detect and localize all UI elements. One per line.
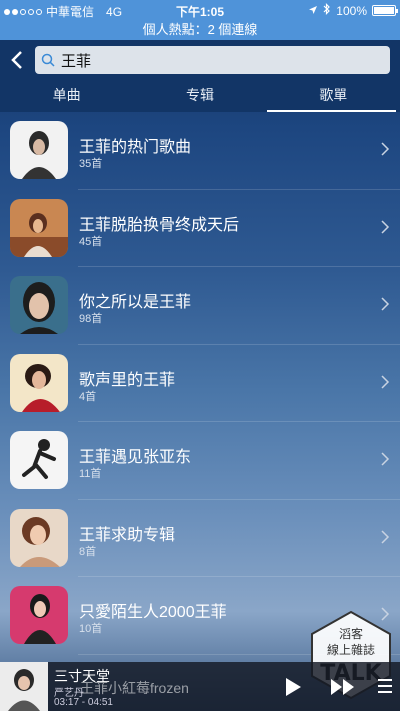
playlist-title: 只愛陌生人2000王菲	[79, 604, 227, 621]
list-item[interactable]: 你之所以是王菲 98首	[0, 267, 400, 345]
chevron-right-icon	[381, 529, 390, 544]
playback-time: 03:17 - 04:51	[54, 697, 113, 708]
playlist-title: 王菲求助专辑	[79, 526, 176, 544]
playlist-count: 98首	[79, 313, 103, 325]
playlist-cover	[10, 121, 68, 179]
next-button[interactable]	[330, 678, 356, 696]
chevron-left-icon	[11, 51, 22, 69]
playlist-count: 8首	[79, 545, 97, 558]
playlist-list: 王菲的热门歌曲 35首 王菲脱胎换骨终成天后 45首 你之所以是王菲 98首 歌…	[0, 112, 400, 655]
playlist-cover	[10, 276, 68, 334]
status-right: 100%	[308, 3, 398, 18]
battery-icon	[372, 5, 398, 16]
chevron-right-icon	[381, 219, 390, 234]
total-time: 04:51	[87, 697, 113, 708]
search-input-value: 王菲	[61, 52, 92, 70]
playlist-count: 45首	[79, 235, 103, 248]
list-item[interactable]: 王菲脱胎换骨终成天后 45首	[0, 190, 400, 268]
search-header: 王菲	[0, 40, 400, 80]
playlist-menu-button[interactable]	[376, 677, 394, 695]
playlist-count: 10首	[79, 623, 103, 635]
play-icon	[286, 678, 301, 696]
playlist-cover	[10, 198, 68, 257]
fast-forward-icon	[331, 679, 354, 695]
play-button[interactable]	[283, 677, 303, 697]
playlist-title: 王菲的热门歌曲	[79, 139, 192, 156]
chevron-right-icon	[381, 452, 390, 466]
search-input[interactable]: 王菲	[35, 46, 390, 74]
svg-text:線上雜誌: 線上雜誌	[327, 642, 375, 657]
chevron-right-icon	[381, 142, 390, 156]
svg-text:滔客: 滔客	[339, 626, 363, 641]
list-item[interactable]: 歌声里的王菲 4首	[0, 345, 400, 423]
playlist-cover	[10, 508, 68, 567]
hotspot-banner[interactable]: 個人熱點：2 個連線	[0, 20, 400, 40]
tab-albums[interactable]: 专辑	[133, 80, 266, 112]
playlist-title: 你之所以是王菲	[79, 294, 192, 311]
list-item[interactable]: 王菲的热门歌曲 35首	[0, 112, 400, 190]
chevron-right-icon	[381, 374, 390, 389]
bluetooth-icon	[323, 3, 331, 18]
time-separator: -	[79, 697, 88, 708]
playlist-cover	[10, 431, 68, 489]
playlist-count: 4首	[79, 390, 97, 403]
playlist-title: 王菲遇见张亚东	[79, 449, 192, 466]
menu-icon	[378, 679, 392, 693]
list-item[interactable]: 王菲求助专辑 8首	[0, 500, 400, 578]
status-bar: 中華電信 4G 下午1:05 100%	[0, 0, 400, 20]
playlist-count: 11首	[79, 468, 102, 480]
elapsed-time: 03:17	[54, 697, 80, 708]
tab-playlists[interactable]: 歌單	[266, 80, 400, 112]
playlist-title: 王菲脱胎换骨终成天后	[79, 216, 240, 234]
playlist-title: 歌声里的王菲	[79, 371, 176, 389]
tab-songs[interactable]: 单曲	[0, 80, 133, 112]
chevron-right-icon	[381, 297, 390, 311]
tab-bar: 单曲 专辑 歌單	[0, 80, 400, 112]
playlist-cover	[10, 586, 68, 644]
mini-player[interactable]: 王菲小紅莓frozen 三寸天堂 严艺丹 03:17 - 04:51	[0, 662, 400, 711]
search-icon	[41, 53, 55, 67]
location-icon	[308, 4, 318, 18]
back-button[interactable]	[6, 48, 30, 72]
playlist-count: 35首	[79, 158, 103, 170]
now-playing-cover	[0, 662, 48, 711]
list-item[interactable]: 王菲遇见张亚东 11首	[0, 422, 400, 500]
battery-percent: 100%	[336, 3, 367, 18]
now-playing-title: 三寸天堂	[54, 668, 110, 684]
playlist-cover	[10, 353, 68, 412]
